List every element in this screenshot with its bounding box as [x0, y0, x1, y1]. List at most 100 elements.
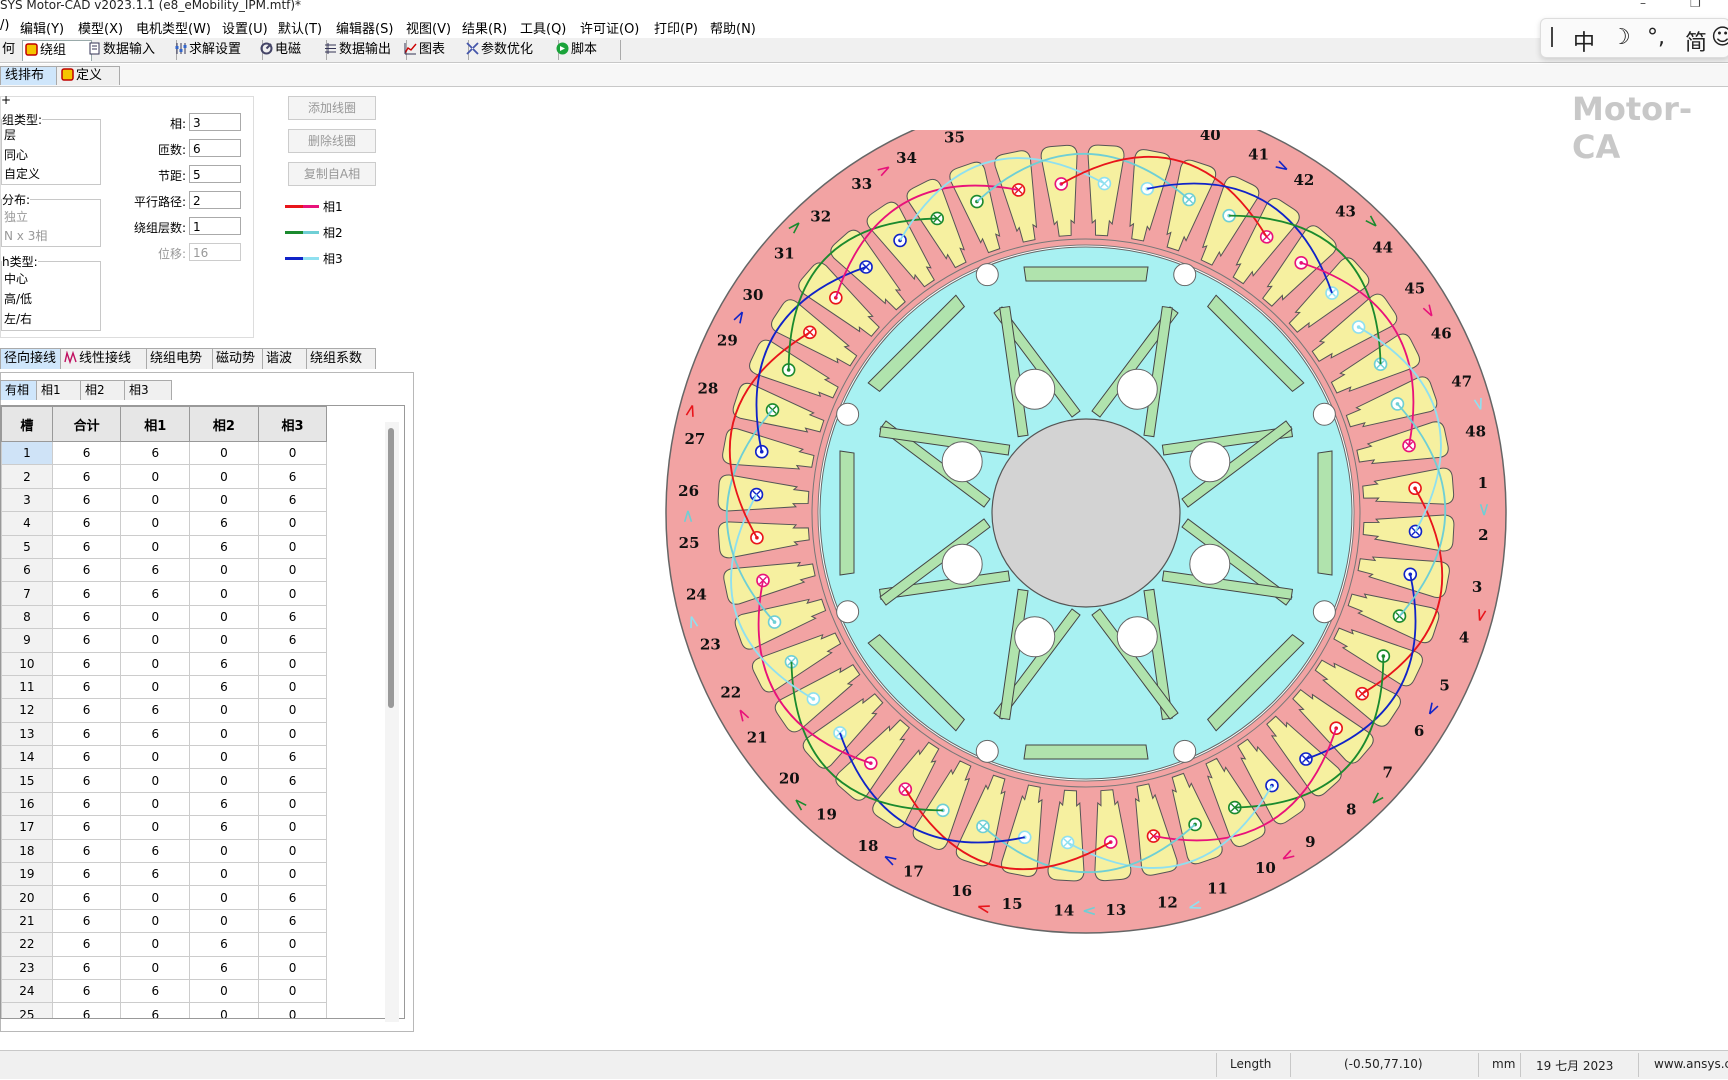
table-row[interactable]: 76600	[1, 581, 404, 606]
minimize-icon[interactable]: –	[1640, 0, 1646, 10]
table-cell[interactable]: 0	[257, 651, 328, 676]
table-row[interactable]: 56060	[1, 534, 404, 559]
table-cell[interactable]: 0	[257, 932, 328, 957]
table-cell[interactable]: 6	[51, 651, 122, 676]
tab-scripting[interactable]: 脚本	[554, 40, 621, 60]
table-row[interactable]: 17 6 0 6 0	[1, 815, 404, 840]
path-type-option-left-right[interactable]: 左/右	[4, 310, 32, 327]
tab-winding-factors[interactable]: 绕组系数	[306, 348, 376, 369]
table-cell[interactable]: 0	[189, 978, 259, 1004]
table-row[interactable]: 10 6 0 6 0	[1, 651, 404, 676]
table-cell[interactable]: 0	[189, 557, 259, 583]
table-cell[interactable]: 0	[120, 534, 191, 559]
table-cell[interactable]: 0	[257, 440, 328, 466]
slot-phase-table[interactable]: 槽合计 相1 相2 相3 166002600636006460605606066600…	[0, 405, 405, 1019]
table-row[interactable]: 13 6 6 0 0	[1, 721, 404, 747]
table-cell[interactable]: 6	[120, 581, 191, 606]
table-cell[interactable]: 0	[120, 651, 191, 676]
table-cell[interactable]: 6	[120, 721, 191, 747]
restore-icon[interactable]: ❐	[1690, 0, 1701, 10]
tab-phase1[interactable]: 相1	[36, 380, 84, 400]
table-cell[interactable]: 6	[51, 557, 122, 583]
table-cell[interactable]: 0	[120, 674, 191, 700]
table-cell[interactable]: 25	[1, 1002, 53, 1018]
turns-input[interactable]: 6	[189, 139, 241, 157]
table-cell[interactable]: 6	[257, 464, 328, 489]
table-cell[interactable]: 0	[189, 721, 259, 747]
table-row[interactable]: 19 6 6 0 0	[1, 862, 404, 887]
table-cell[interactable]: 0	[257, 557, 328, 583]
table-cell[interactable]: 5	[1, 534, 53, 559]
table-cell[interactable]: 0	[257, 721, 328, 747]
table-cell[interactable]: 6	[120, 862, 191, 887]
add-coil-button[interactable]: 添加线圈	[288, 96, 376, 120]
table-cell[interactable]: 0	[120, 604, 191, 630]
menu-item-settings[interactable]: 设置(U)	[222, 18, 268, 37]
menu-item-results[interactable]: 结果(R)	[462, 18, 507, 37]
menu-item-model[interactable]: 模型(X)	[78, 18, 123, 37]
tab-solver-settings[interactable]: 求解设置	[172, 40, 263, 60]
tab-winding[interactable]: 绕组	[22, 40, 92, 61]
table-cell[interactable]: 6	[51, 955, 122, 980]
path-type-option-high-low[interactable]: 高/低	[4, 290, 32, 307]
table-cell[interactable]: 0	[257, 791, 328, 817]
table-row[interactable]: 25 6 6 0 0	[1, 1002, 404, 1018]
menu-item-motor-type[interactable]: 电机类型(W)	[136, 18, 211, 37]
table-cell[interactable]: 0	[189, 1002, 259, 1018]
table-cell[interactable]: 16	[1, 791, 53, 817]
offset-input[interactable]: 16	[189, 243, 241, 261]
table-row[interactable]: 14 6 0 0 6	[1, 745, 404, 770]
table-cell[interactable]: 0	[120, 932, 191, 957]
table-cell[interactable]: 6	[120, 440, 191, 466]
parallel-paths-input[interactable]: 2	[189, 191, 241, 209]
table-cell[interactable]: 6	[51, 581, 122, 606]
table-row[interactable]: 11 6 0 6 0	[1, 674, 404, 700]
table-cell[interactable]: 6	[51, 604, 122, 630]
table-row[interactable]: 66600	[1, 557, 404, 583]
table-cell[interactable]: 6	[257, 628, 328, 653]
table-cell[interactable]: 0	[189, 487, 259, 513]
table-cell[interactable]: 15	[1, 768, 53, 793]
table-cell[interactable]: 21	[1, 908, 53, 934]
table-cell[interactable]: 0	[189, 440, 259, 466]
table-header-total[interactable]: 合计	[51, 406, 122, 442]
table-cell[interactable]: 0	[257, 1002, 328, 1018]
table-row[interactable]: 15 6 0 0 6	[1, 768, 404, 793]
table-header-phase2[interactable]: 相2	[189, 406, 259, 442]
table-cell[interactable]: 2	[1, 464, 53, 489]
table-cell[interactable]: 0	[189, 604, 259, 630]
table-cell[interactable]: 0	[189, 838, 259, 864]
tab-linear-connection[interactable]: 线性接线	[60, 348, 150, 369]
table-cell[interactable]: 6	[257, 908, 328, 934]
table-cell[interactable]: 0	[120, 955, 191, 980]
table-row[interactable]: 16 6 0 6 0	[1, 791, 404, 817]
menu-item-view[interactable]: 视图(V)	[406, 18, 451, 37]
table-cell[interactable]: 0	[120, 464, 191, 489]
winding-layers-input[interactable]: 1	[189, 217, 241, 235]
table-row[interactable]: 86006	[1, 604, 404, 630]
table-cell[interactable]: 12	[1, 698, 53, 723]
table-cell[interactable]: 0	[120, 511, 191, 536]
table-cell[interactable]: 6	[189, 815, 259, 840]
tab-phase2[interactable]: 相2	[80, 380, 128, 400]
table-cell[interactable]: 6	[51, 932, 122, 957]
table-cell[interactable]: 0	[189, 862, 259, 887]
table-cell[interactable]: 6	[51, 721, 122, 747]
table-cell[interactable]: 0	[257, 581, 328, 606]
table-cell[interactable]: 0	[257, 955, 328, 980]
phases-input[interactable]: 3	[189, 113, 241, 131]
table-cell[interactable]: 6	[189, 534, 259, 559]
table-cell[interactable]: 0	[189, 698, 259, 723]
table-cell[interactable]: 0	[257, 698, 328, 723]
menu-item-editors[interactable]: 编辑器(S)	[336, 18, 393, 37]
table-cell[interactable]: 10	[1, 651, 53, 676]
table-cell[interactable]: 3	[1, 487, 53, 513]
menu-item-license[interactable]: 许可证(O)	[580, 18, 639, 37]
table-cell[interactable]: 0	[189, 581, 259, 606]
tab-electromagnetic[interactable]: 电磁	[258, 40, 327, 60]
menu-item-tools[interactable]: 工具(Q)	[520, 18, 566, 37]
table-cell[interactable]: 9	[1, 628, 53, 653]
tab-definition[interactable]: 定义	[56, 66, 120, 85]
distribution-option-nx3[interactable]: N x 3相	[4, 227, 47, 244]
tab-all-phases[interactable]: 有相	[0, 380, 40, 400]
